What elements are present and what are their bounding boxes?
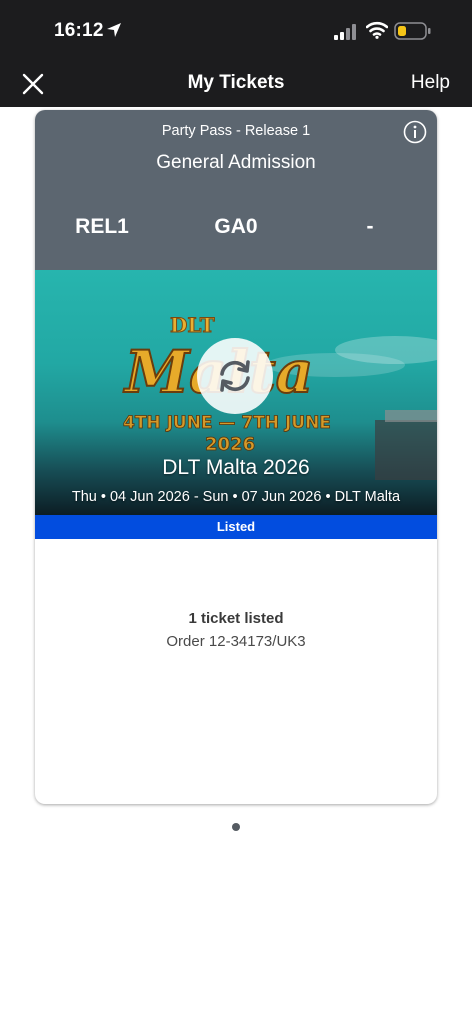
location-arrow-icon [107,23,121,37]
ticket-seat: - [366,215,374,238]
nav-bar: My Tickets Help [0,62,472,107]
ticket-type: Party Pass - Release 1 [161,123,311,139]
info-icon[interactable] [403,120,427,144]
battery-icon [394,22,431,40]
ticket-count: 1 ticket listed [188,610,284,627]
refresh-button[interactable] [197,338,273,414]
status-bar: 16:12 [0,0,472,62]
event-banner: DLT Malta 4TH JUNE — 7TH JUNE 2026 DLT M… [35,270,437,515]
status-time: 16:12 [54,20,104,41]
page-indicator-dot [232,823,240,831]
wifi-icon [366,21,388,39]
event-name: DLT Malta 2026 [162,456,310,479]
help-link[interactable]: Help [411,72,450,94]
cellular-signal-icon [334,24,356,40]
ticket-row: GA0 [214,215,258,238]
svg-text:4TH JUNE — 7TH JUNE: 4TH JUNE — 7TH JUNE [123,413,331,433]
ticket-header: Party Pass - Release 1 General Admission… [35,110,437,270]
page-title: My Tickets [187,72,285,93]
refresh-icon [220,360,250,392]
admission-type: General Admission [156,152,316,173]
svg-text:DLT: DLT [170,313,215,337]
ticket-card[interactable]: Party Pass - Release 1 General Admission… [35,110,437,804]
ticket-section: REL1 [75,215,129,238]
status-badge: Listed [35,515,437,539]
event-dates: Thu • 04 Jun 2026 - Sun • 07 Jun 2026 • … [71,489,401,505]
svg-text:2026: 2026 [205,434,255,455]
order-number: Order 12-34173/UK3 [166,633,306,650]
